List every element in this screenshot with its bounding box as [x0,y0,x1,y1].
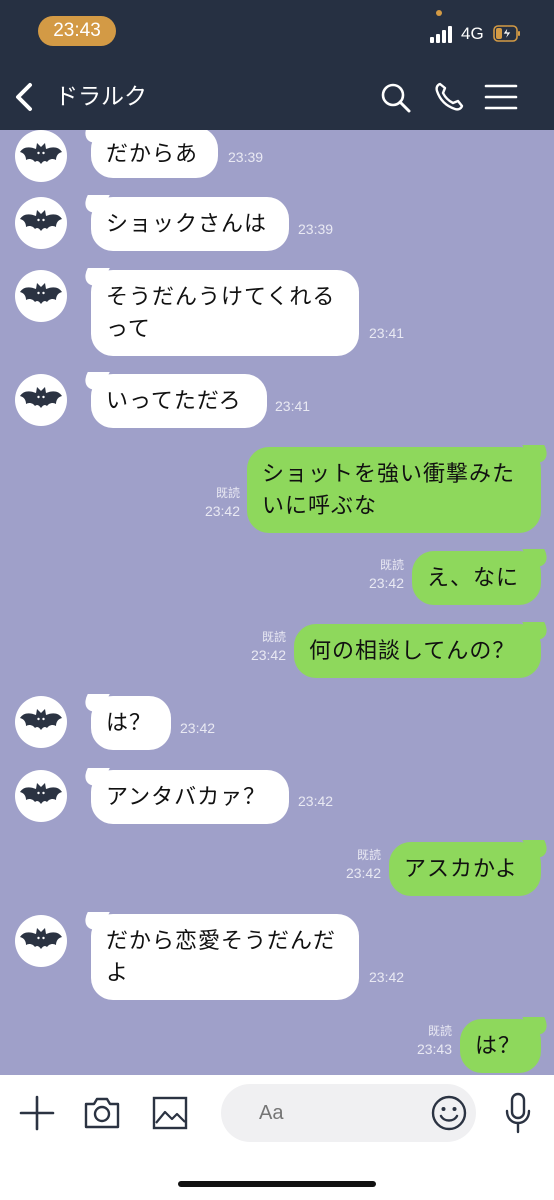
bat-icon [20,283,62,304]
message-time: 23:39 [298,221,334,237]
message-time: 23:41 [275,398,311,414]
bat-icon [20,709,62,730]
message-bubble-outgoing[interactable]: え、なに [412,551,541,605]
message-time: 23:42 [298,793,334,809]
message-time: 23:42 [180,720,216,736]
search-icon[interactable] [378,80,412,114]
message-line: ショットを強い衝撃みた [262,462,516,487]
message-text: え、なに [427,566,520,591]
message-time: 23:42 [369,969,405,985]
message-time: 23:42 [345,865,381,881]
microphone-icon[interactable] [502,1091,534,1135]
signal-icon [430,25,456,43]
message-line: って [106,317,151,342]
message-text: アスカかよ [404,857,518,882]
camera-icon[interactable] [82,1093,122,1133]
message-text: は？ [106,711,153,736]
message-text: ショックさんは [106,212,268,237]
message-bubble-incoming[interactable]: ショックさんは [91,197,289,251]
message-input-bar [0,1075,554,1200]
read-receipt: 既読 [427,1024,452,1038]
message-line: いに呼ぶな [262,494,378,519]
read-receipt: 既読 [215,486,240,500]
message-text: いってただろ [106,389,242,414]
read-receipt: 既読 [356,848,381,862]
read-receipt: 既読 [379,558,404,572]
emoji-icon[interactable] [430,1094,468,1132]
message-text: 何の相談してんの？ [309,639,516,664]
message-line: そうだんうけてくれる [106,285,336,310]
bat-icon [20,928,62,949]
message-bubble-outgoing[interactable]: ショットを強い衝撃みた いに呼ぶな [247,447,541,533]
message-bubble-outgoing[interactable]: 何の相談してんの？ [294,624,541,678]
message-bubble-incoming[interactable]: だから恋愛そうだんだ よ [91,914,359,1000]
message-time: 23:41 [369,325,405,341]
message-time: 23:42 [250,647,286,663]
contact-avatar[interactable] [15,197,67,249]
message-bubble-outgoing[interactable]: は？ [460,1019,541,1073]
message-bubble-outgoing[interactable]: アスカかよ [389,842,541,896]
message-list[interactable]: だからあ 23:39 ショックさんは 23:39 そうだんうけてくれる って 2… [0,130,554,1075]
image-icon[interactable] [150,1093,190,1133]
message-bubble-incoming[interactable]: だからあ [91,130,218,178]
message-line: だから恋愛そうだんだ [106,929,337,954]
contact-avatar[interactable] [15,915,67,967]
message-bubble-incoming[interactable]: そうだんうけてくれる って [91,270,359,356]
contact-avatar[interactable] [15,130,67,182]
message-bubble-incoming[interactable]: は？ [91,696,171,750]
privacy-indicator-dot [436,10,442,16]
message-bubble-incoming[interactable]: アンタバカァ？ [91,770,289,824]
message-text: アンタバカァ？ [106,785,267,810]
message-line: よ [106,961,130,986]
bat-icon [20,783,62,804]
message-time: 23:39 [228,149,264,165]
phone-icon[interactable] [432,80,466,114]
back-button[interactable] [10,80,42,114]
status-bar: 23:43 4G [0,0,554,64]
read-receipt: 既読 [261,630,286,644]
chat-title[interactable]: ドラルク [55,82,147,112]
message-text: だからあ [106,142,199,167]
network-type: 4G [461,24,484,43]
battery-charging-icon [493,25,520,42]
status-time: 23:43 [38,16,116,46]
message-time: 23:42 [204,503,240,519]
contact-avatar[interactable] [15,770,67,822]
chat-header: ドラルク [0,64,554,130]
bat-icon [20,210,62,231]
menu-icon[interactable] [484,82,518,112]
plus-icon[interactable] [17,1093,57,1133]
contact-avatar[interactable] [15,270,67,322]
contact-avatar[interactable] [15,374,67,426]
bat-icon [20,387,62,408]
message-text: は？ [475,1034,522,1059]
message-time: 23:42 [368,575,404,591]
message-bubble-incoming[interactable]: いってただろ [91,374,267,428]
home-indicator [178,1181,376,1187]
bat-icon [20,143,62,164]
message-time: 23:43 [416,1041,452,1057]
contact-avatar[interactable] [15,696,67,748]
